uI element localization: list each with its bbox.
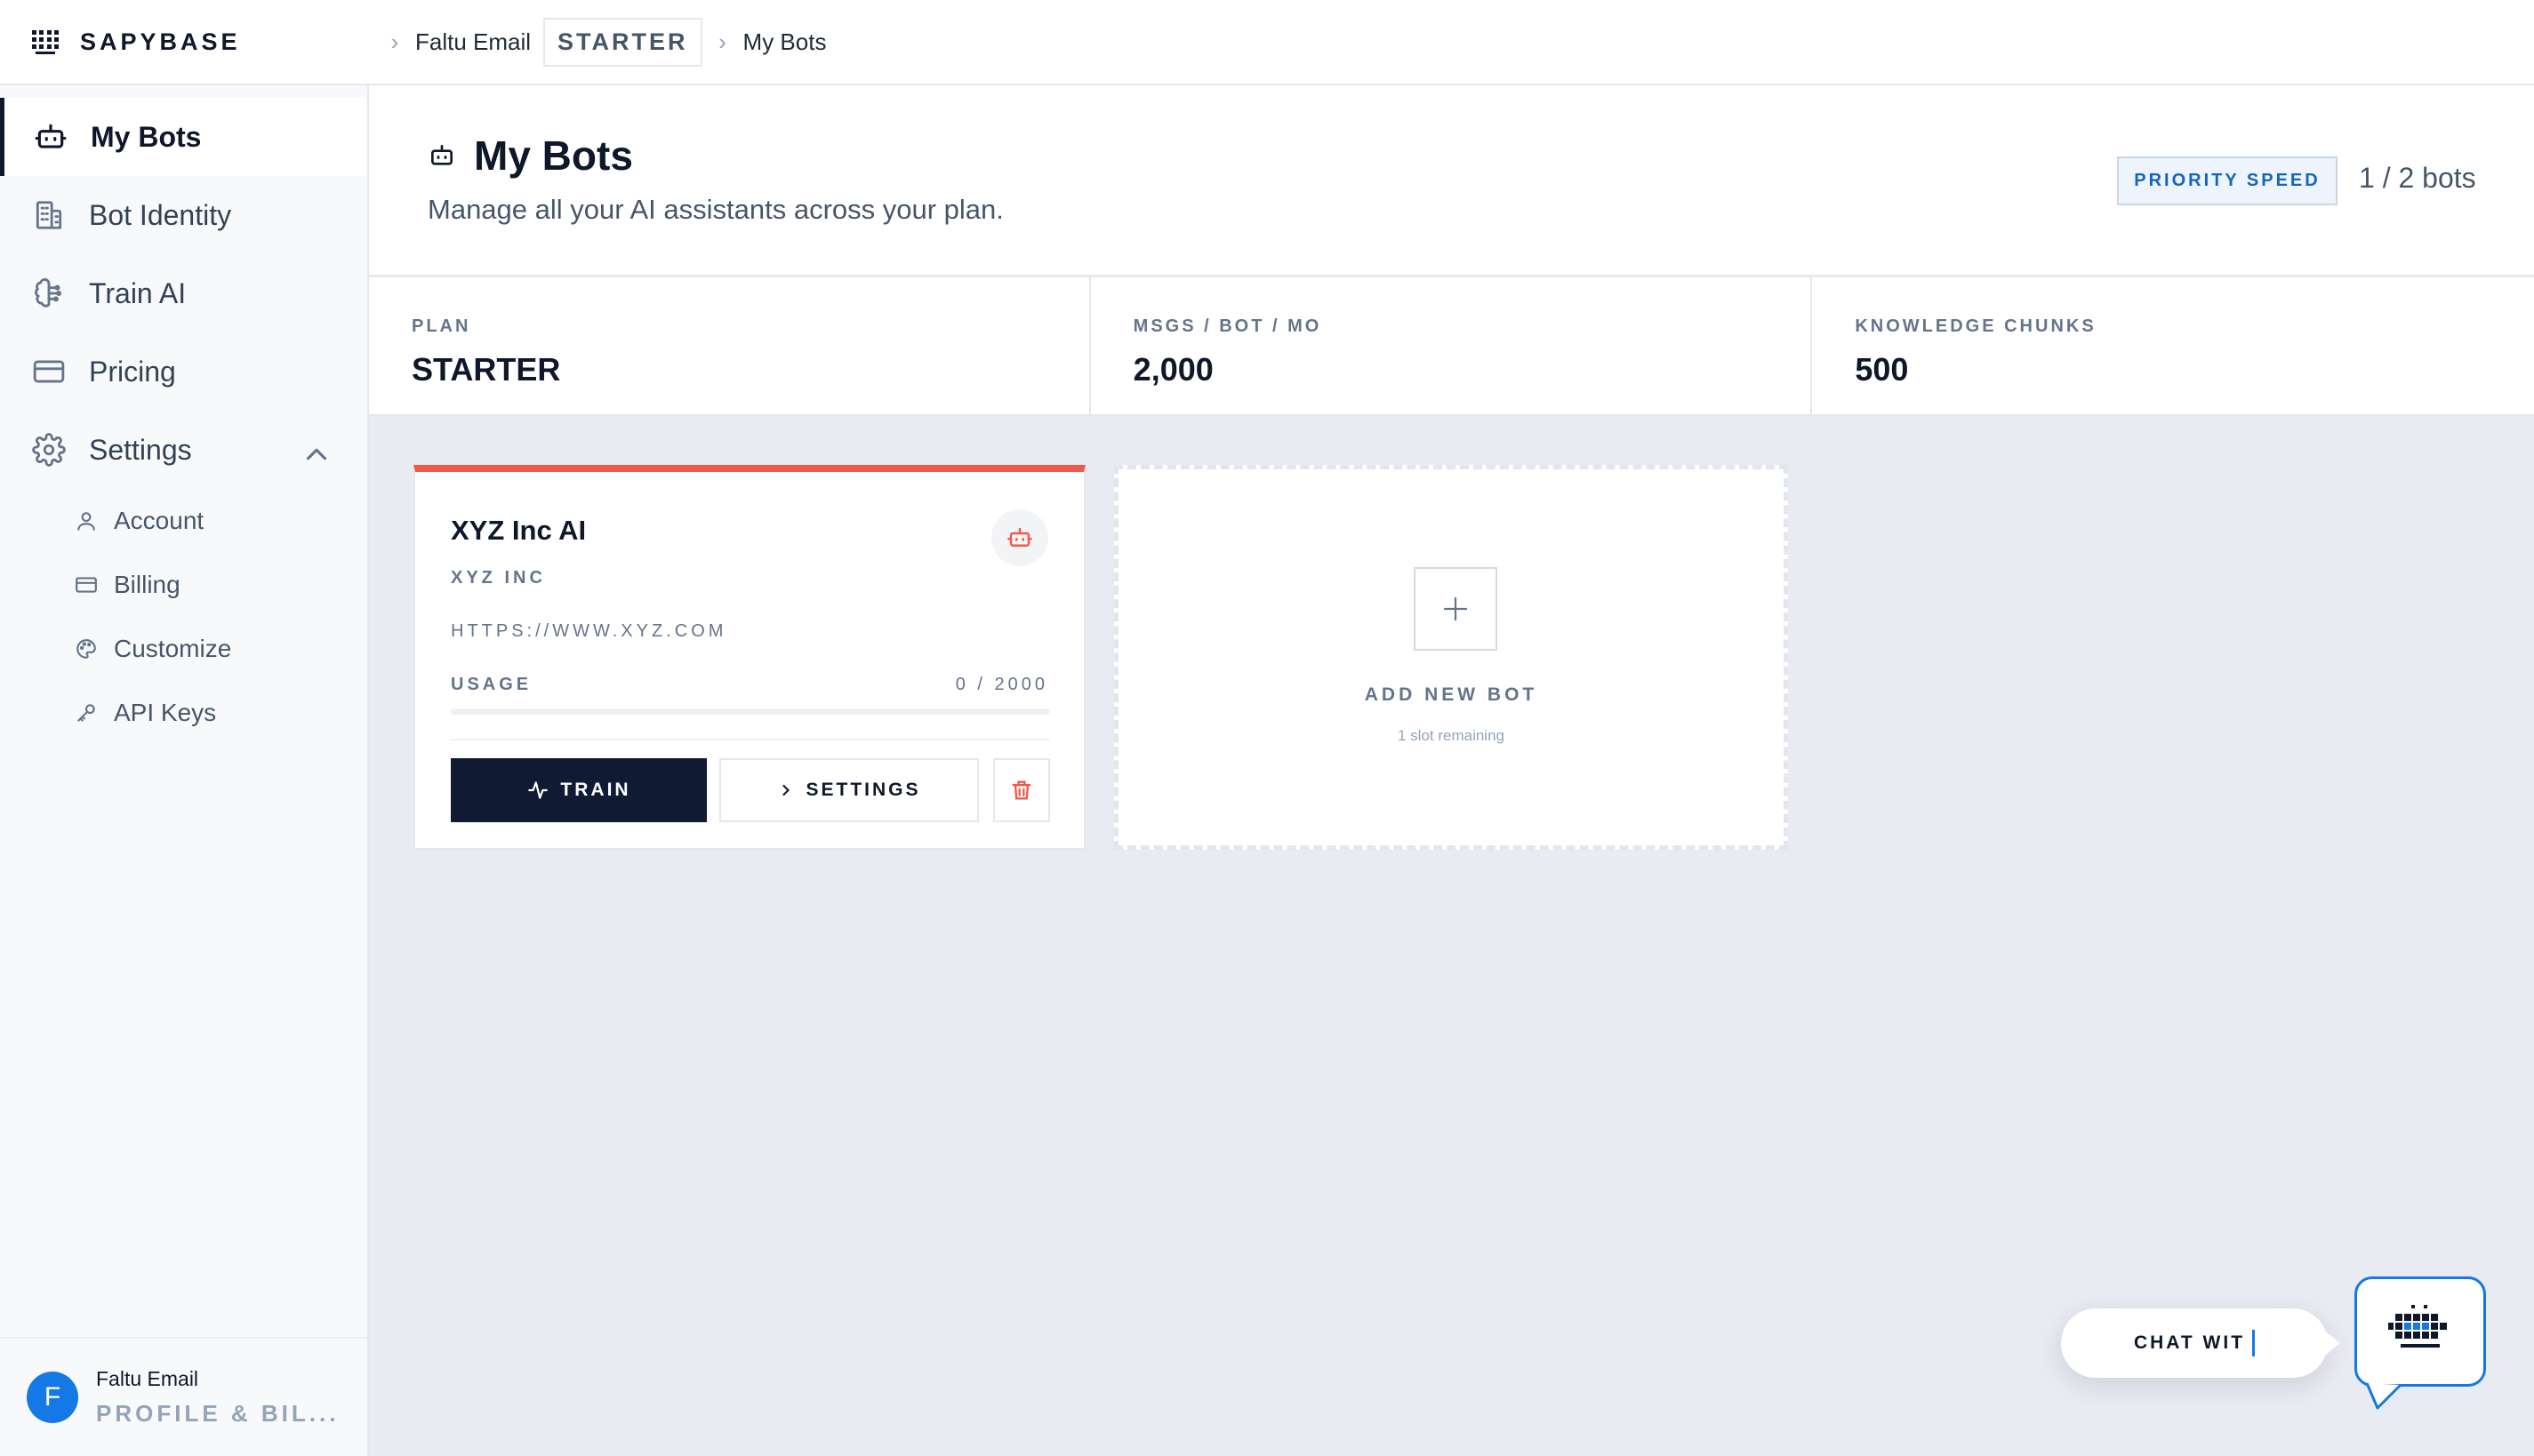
bot-icon <box>431 145 453 165</box>
brand[interactable]: SAPYBASE <box>0 0 369 84</box>
add-new-bot-card[interactable]: ADD NEW BOT 1 slot remaining <box>1114 465 1788 850</box>
settings-button-label: SETTINGS <box>806 780 921 800</box>
sidebar-item-label: Pricing <box>89 355 176 388</box>
add-new-bot-label: ADD NEW BOT <box>1364 684 1538 705</box>
priority-speed-badge: PRIORITY SPEED <box>2117 156 2338 205</box>
top-bar: SAPYBASE › Faltu Email STARTER › My Bots <box>0 0 2534 85</box>
train-button[interactable]: TRAIN <box>451 758 707 822</box>
bot-url: HTTPS://WWW.XYZ.COM <box>451 621 727 641</box>
chevron-right-icon: › <box>390 28 399 55</box>
text-cursor <box>2252 1330 2256 1356</box>
sidebar-item-my-bots[interactable]: My Bots <box>0 98 367 176</box>
trash-icon <box>1012 780 1031 800</box>
stat-plan: PLAN STARTER <box>369 277 1091 416</box>
bot-settings-button[interactable]: SETTINGS <box>719 758 979 822</box>
user-icon <box>77 512 95 531</box>
chat-widget-label: CHAT WIT <box>2133 1332 2246 1353</box>
plus-icon <box>1414 567 1497 651</box>
sidebar-subitem-label: API Keys <box>114 699 217 726</box>
page-title-text: My Bots <box>474 132 633 179</box>
sidebar-item-label: My Bots <box>91 120 202 153</box>
bot-org: XYZ INC <box>451 568 546 588</box>
bot-avatar <box>991 509 1048 566</box>
bot-count: 1 / 2 bots <box>2359 162 2476 194</box>
bot-icon <box>1007 527 1032 547</box>
sidebar-item-label: Settings <box>89 433 192 466</box>
sidebar-item-label: Train AI <box>89 276 187 309</box>
breadcrumb: › Faltu Email STARTER › My Bots <box>369 0 826 84</box>
usage-progress-bar <box>451 708 1050 715</box>
stat-messages: MSGS / BOT / MO 2,000 <box>1091 277 1813 416</box>
sidebar-subitem-label: Customize <box>114 635 232 662</box>
chevron-right-icon <box>782 784 790 796</box>
credit-card-icon <box>33 360 65 383</box>
stat-knowledge-chunks: KNOWLEDGE CHUNKS 500 <box>1812 277 2534 416</box>
sidebar-subitem-label: Billing <box>114 571 180 598</box>
stat-value: 2,000 <box>1133 351 1214 388</box>
activity-icon <box>528 781 549 799</box>
breadcrumb-account[interactable]: Faltu Email <box>415 28 531 56</box>
chat-bubble-tail <box>2365 1383 2402 1410</box>
user-profile[interactable]: F Faltu Email PROFILE & BIL... <box>0 1337 367 1456</box>
user-name: Faltu Email <box>96 1367 199 1390</box>
stat-label: MSGS / BOT / MO <box>1133 316 1322 336</box>
sapybase-logo-icon <box>2388 1305 2447 1348</box>
page-header: My Bots Manage all your AI assistants ac… <box>369 85 2534 276</box>
page-description: Manage all your AI assistants across you… <box>428 194 1004 225</box>
sidebar-subitem-label: Account <box>114 507 204 534</box>
brand-name: SAPYBASE <box>80 28 241 55</box>
slots-remaining: 1 slot remaining <box>1397 727 1504 744</box>
chevron-right-icon: › <box>718 28 726 55</box>
palette-icon <box>76 639 96 659</box>
bot-icon <box>35 124 67 148</box>
breadcrumb-page: My Bots <box>742 28 827 55</box>
chat-widget-launcher[interactable] <box>2354 1276 2486 1387</box>
sidebar-item-settings[interactable]: Settings <box>0 411 367 489</box>
stat-label: PLAN <box>412 316 471 336</box>
sidebar-item-train-ai[interactable]: Train AI <box>0 254 367 332</box>
user-subtitle: PROFILE & BIL... <box>96 1400 340 1427</box>
key-icon <box>77 704 95 722</box>
page-title: My Bots <box>428 132 633 180</box>
breadcrumb-plan-badge: STARTER <box>543 17 702 67</box>
bot-name: XYZ Inc AI <box>451 515 587 546</box>
chat-widget-prompt[interactable]: CHAT WIT <box>2061 1308 2340 1378</box>
stat-value: 500 <box>1855 351 1909 388</box>
stat-label: KNOWLEDGE CHUNKS <box>1855 316 2097 336</box>
gear-icon <box>32 433 66 467</box>
main-content: My Bots Manage all your AI assistants ac… <box>369 85 2534 1456</box>
delete-bot-button[interactable] <box>993 758 1050 822</box>
sidebar-subitem-customize[interactable]: Customize <box>75 622 231 676</box>
sidebar-item-label: Bot Identity <box>89 198 232 231</box>
building-icon <box>36 201 62 229</box>
plan-stats: PLAN STARTER MSGS / BOT / MO 2,000 KNOWL… <box>369 277 2534 416</box>
sidebar-subitem-api-keys[interactable]: API Keys <box>75 686 216 740</box>
sidebar-subitem-billing[interactable]: Billing <box>75 558 180 612</box>
avatar: F <box>27 1372 78 1423</box>
train-button-label: TRAIN <box>560 780 631 800</box>
sidebar-item-pricing[interactable]: Pricing <box>0 332 367 411</box>
brain-icon <box>35 278 62 308</box>
bot-card: XYZ Inc AI XYZ INC HTTPS://WWW.XYZ.COM U… <box>413 465 1086 850</box>
sidebar-item-bot-identity[interactable]: Bot Identity <box>0 176 367 254</box>
stat-value: STARTER <box>412 351 561 388</box>
usage-value: 0 / 2000 <box>955 675 1048 694</box>
usage-label: USAGE <box>451 675 533 694</box>
card-icon <box>76 577 97 593</box>
chevron-up-icon[interactable] <box>300 437 333 471</box>
sidebar-subitem-account[interactable]: Account <box>75 494 204 548</box>
sidebar: My Bots Bot Identity Train AI Pricing Se… <box>0 85 369 1456</box>
sapybase-logo-icon <box>32 30 59 54</box>
divider <box>451 739 1050 740</box>
